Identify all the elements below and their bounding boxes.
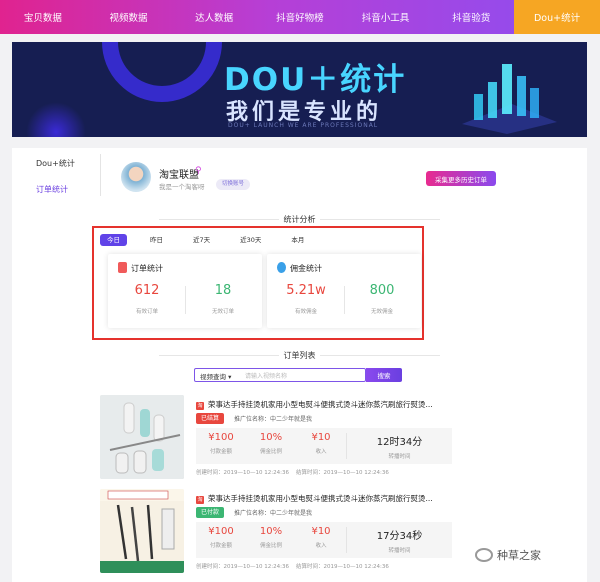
commission-ratio: 10%: [259, 526, 283, 537]
broadcast-time: 12时34分: [376, 437, 423, 448]
created-time: 创建时间：2019—10—10 12:24:36: [196, 564, 289, 570]
banner-title: DOU＋统计: [224, 62, 407, 98]
order-stats-card: 订单统计 612 有效订单 18 无效订单: [108, 254, 262, 328]
pens-poster-image: [100, 489, 184, 573]
banner-tagline: DOU+ LAUNCH WE ARE PROFESSIONAL: [228, 122, 379, 129]
search-button[interactable]: 搜索: [366, 368, 402, 382]
invalid-commission-label: 无效佣金: [370, 309, 393, 315]
payment-amount-label: 付款金额: [209, 449, 232, 455]
promotion-position: 推广位名称：中二少年就是我: [234, 416, 313, 423]
nav-tab-dou-plus[interactable]: Dou+统计: [514, 0, 600, 34]
search-type-select[interactable]: 视频查询 ▾: [200, 371, 231, 381]
watermark-text: 种草之家: [497, 549, 541, 562]
status-badge: 已结算: [196, 413, 225, 424]
avatar: [121, 162, 151, 192]
commission-ratio-label: 佣金比例: [259, 449, 282, 455]
valid-commission-value: 5.21w: [286, 283, 326, 298]
banner-orb-decoration: [26, 102, 86, 137]
valid-commission-label: 有效佣金: [294, 309, 317, 315]
order-times: 创建时间：2019—10—10 12:24:36 结算时间：2019—10—10…: [196, 468, 389, 476]
user-name: 淘宝联盟: [159, 170, 199, 181]
money-bag-icon: [277, 262, 286, 273]
product-image: [100, 489, 184, 573]
card-title: 佣金统计: [290, 264, 322, 273]
nav-tab-influencer-data[interactable]: 达人数据: [171, 0, 257, 34]
settled-time: 结算时间：2019—10—10 12:24:36: [295, 564, 389, 570]
income: ¥10: [311, 432, 331, 443]
slippers-rack-image: [100, 395, 184, 479]
card-divider: [344, 286, 345, 314]
order-icon: [118, 262, 127, 273]
nav-tab-video-data[interactable]: 视频数据: [86, 0, 172, 34]
period-tab-yesterday[interactable]: 昨日: [143, 234, 170, 246]
period-tabs: 今日 昨日 近7天 近30天 本月: [100, 234, 327, 246]
valid-orders-value: 612: [134, 283, 160, 298]
search-input[interactable]: 请输入视频名称: [245, 371, 287, 380]
location-pin-icon: ⚲: [195, 166, 202, 176]
card-divider: [185, 286, 186, 314]
user-bio: 我是一个淘客呀: [159, 183, 205, 191]
income-label: 收入: [315, 543, 327, 549]
order-metrics: ¥100 付款金额 10% 佣金比例 ¥10 收入 12时34分转播时间: [196, 428, 452, 464]
order-item[interactable]: 淘荣事达手持挂烫机家用小型电熨斗便携式烫斗迷你蒸汽刷旅行熨烫... 已付款 推广…: [100, 489, 452, 575]
wechat-icon: [475, 548, 493, 562]
sidebar: Dou+统计 订单统计: [36, 158, 96, 210]
invalid-commission-value: 800: [369, 283, 395, 298]
invalid-orders-label: 无效订单: [211, 309, 234, 315]
switch-account-button[interactable]: 切换账号: [216, 179, 251, 190]
broadcast-time-label: 转播时间: [388, 454, 411, 460]
orders-section-title: 订单列表: [12, 350, 587, 361]
order-title[interactable]: 淘荣事达手持挂烫机家用小型电熨斗便携式烫斗迷你蒸汽刷旅行熨烫...: [196, 493, 452, 504]
broadcast-time-label: 转播时间: [388, 548, 411, 554]
sidebar-item-dou-plus[interactable]: Dou+统计: [36, 158, 96, 169]
banner-ring-decoration: [102, 42, 222, 102]
income: ¥10: [311, 526, 331, 537]
payment-amount-label: 付款金额: [209, 543, 232, 549]
hero-banner: DOU＋统计 我们是专业的 DOU+ LAUNCH WE ARE PROFESS…: [12, 42, 587, 137]
top-nav: 宝贝数据 视频数据 达人数据 抖音好物榜 抖音小工具 抖音验货 Dou+统计: [0, 0, 600, 34]
caret-down-icon: ▾: [228, 373, 232, 381]
search-bar: 视频查询 ▾ 请输入视频名称: [194, 368, 366, 382]
commission-ratio: 10%: [259, 432, 283, 443]
nav-tab-douyin-goods[interactable]: 抖音好物榜: [257, 0, 343, 34]
period-tab-month[interactable]: 本月: [284, 234, 311, 246]
bar-chart-illustration-icon: [462, 64, 557, 134]
payment-amount: ¥100: [208, 526, 234, 537]
main-panel: Dou+统计 订单统计 淘宝联盟 ⚲ 我是一个淘客呀 切换账号 采集更多历史订单…: [12, 148, 587, 582]
status-badge: 已付款: [196, 507, 225, 518]
promotion-position: 推广位名称：中二少年就是我: [234, 510, 313, 517]
commission-ratio-label: 佣金比例: [259, 543, 282, 549]
order-metrics: ¥100 付款金额 10% 佣金比例 ¥10 收入 17分34秒转播时间: [196, 522, 452, 558]
order-title[interactable]: 淘荣事达手持挂烫机家用小型电熨斗便携式烫斗迷你蒸汽刷旅行熨烫...: [196, 399, 452, 410]
divider: [100, 154, 101, 196]
invalid-orders-value: 18: [214, 283, 232, 298]
income-label: 收入: [315, 449, 327, 455]
card-title: 订单统计: [131, 264, 163, 273]
nav-tab-product-data[interactable]: 宝贝数据: [0, 0, 86, 34]
taobao-icon: 淘: [196, 496, 204, 504]
period-tab-today[interactable]: 今日: [100, 234, 127, 246]
commission-stats-card: 佣金统计 5.21w 有效佣金 800 无效佣金: [267, 254, 421, 328]
nav-tab-douyin-check[interactable]: 抖音验货: [428, 0, 514, 34]
order-item[interactable]: 淘荣事达手持挂烫机家用小型电熨斗便携式烫斗迷你蒸汽刷旅行熨烫... 已结算 推广…: [100, 395, 452, 481]
settled-time: 结算时间：2019—10—10 12:24:36: [295, 470, 389, 476]
valid-orders-label: 有效订单: [135, 309, 158, 315]
nav-tab-douyin-tools[interactable]: 抖音小工具: [343, 0, 429, 34]
broadcast-time: 17分34秒: [376, 531, 423, 542]
period-tab-30days[interactable]: 近30天: [233, 234, 268, 246]
taobao-icon: 淘: [196, 402, 204, 410]
watermark: 种草之家: [475, 547, 541, 563]
payment-amount: ¥100: [208, 432, 234, 443]
order-times: 创建时间：2019—10—10 12:24:36 结算时间：2019—10—10…: [196, 562, 389, 570]
product-image: [100, 395, 184, 479]
collect-history-button[interactable]: 采集更多历史订单: [426, 171, 496, 186]
period-tab-7days[interactable]: 近7天: [186, 234, 217, 246]
stats-section-title: 统计分析: [12, 214, 587, 225]
sidebar-item-order-stats[interactable]: 订单统计: [36, 184, 96, 195]
created-time: 创建时间：2019—10—10 12:24:36: [196, 470, 289, 476]
